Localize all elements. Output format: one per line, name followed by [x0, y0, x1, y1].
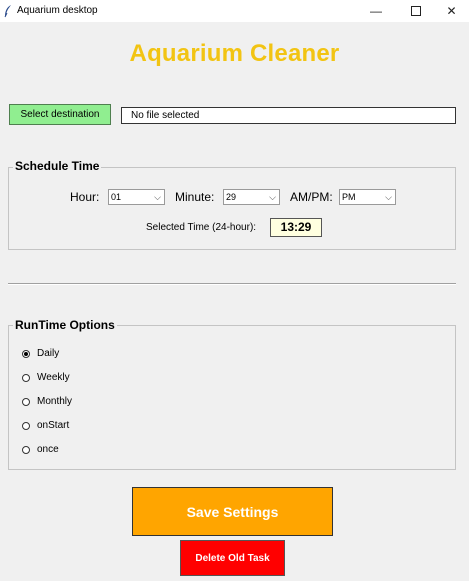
radio-daily[interactable]: Daily: [22, 348, 59, 359]
radio-button[interactable]: [22, 373, 30, 382]
minute-select[interactable]: 29 ⌵: [223, 189, 280, 205]
save-settings-button[interactable]: Save Settings: [132, 487, 333, 536]
hour-value: 01: [111, 192, 122, 202]
radio-button-selected[interactable]: [22, 349, 30, 358]
selected-time-display: 13:29: [270, 218, 322, 237]
runtime-options-label: RunTime Options: [13, 318, 117, 332]
ampm-select[interactable]: PM ⌵: [339, 189, 396, 205]
radio-weekly[interactable]: Weekly: [22, 372, 70, 383]
hour-select[interactable]: 01 ⌵: [108, 189, 165, 205]
separator: [8, 283, 456, 285]
runtime-options-frame: [8, 325, 456, 470]
radio-label-onstart: onStart: [37, 420, 70, 431]
schedule-time-label: Schedule Time: [13, 159, 102, 173]
radio-button[interactable]: [22, 421, 30, 430]
ampm-label: AM/PM:: [290, 190, 333, 204]
radio-label-once: once: [37, 444, 59, 455]
delete-old-task-button[interactable]: Delete Old Task: [180, 540, 285, 576]
radio-label-monthly: Monthly: [37, 396, 73, 407]
radio-onstart[interactable]: onStart: [22, 420, 69, 431]
page-title: Aquarium Cleaner: [129, 40, 340, 67]
radio-button[interactable]: [22, 397, 30, 406]
hour-label: Hour:: [70, 190, 100, 204]
close-icon: ✕: [446, 4, 457, 18]
chevron-down-icon: ⌵: [154, 192, 161, 202]
ampm-value: PM: [342, 192, 356, 202]
minute-label: Minute:: [175, 190, 215, 204]
schedule-time-frame: [8, 167, 456, 250]
close-button[interactable]: ✕: [434, 0, 469, 22]
radio-once[interactable]: once: [22, 444, 59, 455]
radio-button[interactable]: [22, 445, 30, 454]
select-destination-button[interactable]: Select destination: [9, 104, 111, 125]
minute-value: 29: [226, 192, 237, 202]
feather-icon: [4, 5, 11, 18]
chevron-down-icon: ⌵: [269, 192, 276, 202]
destination-path-field: No file selected: [121, 107, 456, 124]
maximize-button[interactable]: [396, 0, 436, 22]
maximize-icon: [411, 6, 421, 16]
radio-monthly[interactable]: Monthly: [22, 396, 72, 407]
radio-label-daily: Daily: [37, 348, 60, 359]
window-title: Aquarium desktop: [17, 5, 98, 16]
window-titlebar: Aquarium desktop — ✕: [0, 0, 469, 22]
minimize-icon: —: [370, 4, 382, 18]
radio-label-weekly: Weekly: [37, 372, 70, 383]
minimize-button[interactable]: —: [356, 0, 396, 22]
selected-time-label: Selected Time (24-hour):: [146, 222, 257, 233]
chevron-down-icon: ⌵: [385, 192, 392, 202]
